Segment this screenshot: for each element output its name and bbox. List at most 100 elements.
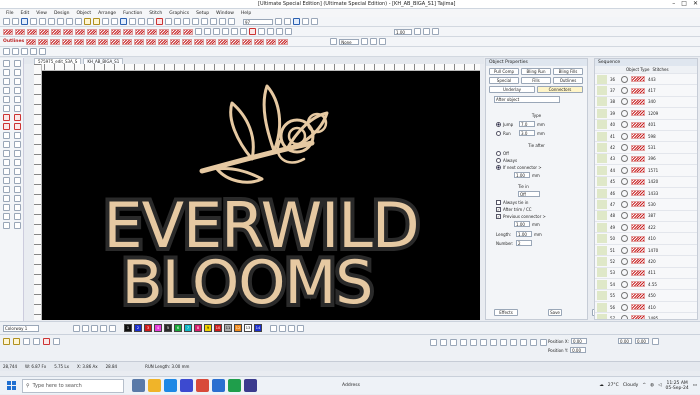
color-swatch[interactable]: 12 — [234, 324, 242, 332]
sequence-row[interactable]: 48 387 — [595, 211, 697, 223]
knife-icon[interactable] — [21, 48, 28, 55]
appliqué-cut-icon[interactable] — [14, 141, 21, 148]
break-icon[interactable] — [14, 195, 21, 202]
order-icon[interactable] — [228, 18, 235, 25]
word-icon[interactable] — [212, 379, 225, 392]
row-select[interactable] — [597, 177, 607, 187]
sequence-row[interactable]: 41 598 — [595, 131, 697, 143]
close-icon[interactable]: ✕ — [693, 0, 698, 7]
row-select[interactable] — [597, 120, 607, 130]
redo-icon[interactable] — [75, 18, 82, 25]
position-y-field[interactable]: 0.00 — [570, 347, 587, 353]
color-swatch[interactable]: 3 — [144, 324, 152, 332]
lock-icon[interactable] — [219, 18, 226, 25]
menu-function[interactable]: Function — [123, 11, 142, 16]
palette-option-b-icon[interactable] — [279, 324, 286, 332]
color-swatch[interactable]: 2 — [134, 324, 142, 332]
row-select[interactable] — [597, 302, 607, 312]
outline-blanket-icon[interactable] — [86, 38, 97, 45]
lettering-icon[interactable] — [156, 18, 163, 25]
outline-sawtooth-icon[interactable] — [242, 38, 253, 45]
zigzag-icon[interactable] — [63, 28, 73, 35]
height-field[interactable]: 0.00 — [635, 338, 649, 344]
zoom-tool-icon[interactable] — [14, 177, 21, 184]
proportional-lock-icon[interactable] — [652, 338, 659, 345]
sequence-row[interactable]: 42 531 — [595, 142, 697, 154]
jump-radio[interactable] — [496, 121, 501, 127]
shape-icon[interactable] — [3, 204, 10, 211]
pull-comp-icon[interactable] — [204, 28, 211, 35]
row-select[interactable] — [597, 279, 607, 289]
trace-icon[interactable] — [3, 159, 10, 166]
pen-tool-icon[interactable] — [3, 87, 10, 94]
sequence-row[interactable]: 46 1433 — [595, 188, 697, 200]
edge-icon[interactable] — [164, 379, 177, 392]
transform-e-icon[interactable] — [470, 339, 477, 346]
sequin-icon[interactable] — [99, 28, 109, 35]
text-tool-icon[interactable] — [3, 78, 10, 85]
sequence-row[interactable]: 57 1485 — [595, 313, 697, 319]
chrome-icon[interactable] — [228, 379, 241, 392]
task-view-icon[interactable] — [132, 379, 145, 392]
column-a-icon[interactable] — [3, 114, 10, 121]
transform-d-icon[interactable] — [460, 339, 467, 346]
zoom-out-icon[interactable] — [93, 18, 100, 25]
manual-tool-icon[interactable] — [14, 132, 21, 139]
color-blend-icon[interactable] — [82, 324, 89, 332]
outline-run-icon[interactable] — [38, 38, 49, 45]
mail-icon[interactable] — [196, 379, 209, 392]
array-icon[interactable] — [14, 213, 21, 220]
row-select[interactable] — [597, 188, 607, 198]
measure-tool-icon[interactable] — [14, 168, 21, 175]
offset-icon[interactable] — [3, 195, 10, 202]
node-icon[interactable] — [30, 48, 37, 55]
outline-candlewick-icon[interactable] — [122, 38, 133, 45]
sequence-icon[interactable] — [267, 28, 274, 35]
sequence-row[interactable]: 56 410 — [595, 302, 697, 314]
cut-icon[interactable] — [39, 18, 46, 25]
outline-zigzag-icon[interactable] — [110, 38, 121, 45]
transform-b-icon[interactable] — [440, 339, 447, 346]
menu-setup[interactable]: Setup — [196, 11, 209, 16]
color-swatch[interactable]: 8 — [194, 324, 202, 332]
color-swatch[interactable]: 1 — [124, 324, 132, 332]
polygon-tool-icon[interactable] — [3, 105, 10, 112]
transform-j-icon[interactable] — [520, 339, 527, 346]
color-swatch[interactable]: 5 — [164, 324, 172, 332]
shortcut-e-icon[interactable] — [43, 338, 50, 345]
branch-icon[interactable] — [276, 28, 283, 35]
transform-i-icon[interactable] — [510, 339, 517, 346]
density-icon[interactable] — [213, 28, 220, 35]
wave-icon[interactable] — [159, 28, 169, 35]
outline-cord-icon[interactable] — [158, 38, 169, 45]
transform-h-icon[interactable] — [500, 339, 507, 346]
start-button[interactable] — [0, 377, 22, 395]
menu-file[interactable]: File — [6, 11, 14, 16]
grid-icon[interactable] — [102, 18, 109, 25]
fill-type-icon[interactable] — [3, 28, 13, 35]
none-dropdown-icon[interactable] — [330, 38, 338, 45]
copy-icon[interactable] — [48, 18, 55, 25]
always-tie-checkbox[interactable] — [496, 200, 501, 205]
outline-rope-icon[interactable] — [230, 38, 241, 45]
sequence-row[interactable]: 37 417 — [595, 85, 697, 97]
sequence-row[interactable]: 49 422 — [595, 222, 697, 234]
save-icon[interactable] — [21, 18, 28, 25]
connector-mode-select[interactable]: After object — [494, 96, 560, 103]
outline-feather-icon[interactable] — [194, 38, 205, 45]
tab-bling-run[interactable]: Bling Run — [521, 68, 551, 75]
maximize-icon[interactable]: □ — [681, 0, 687, 7]
cross-stitch-icon[interactable] — [75, 28, 85, 35]
weld-icon[interactable] — [285, 28, 292, 35]
outline-bean-icon[interactable] — [134, 38, 145, 45]
contour-icon[interactable] — [171, 28, 181, 35]
bitmap-icon[interactable] — [311, 18, 318, 25]
save-button[interactable]: Save — [548, 309, 562, 316]
sequence-row[interactable]: 55 450 — [595, 290, 697, 302]
hide-colors-icon[interactable] — [91, 324, 98, 332]
color-swatch[interactable]: 14 — [254, 324, 262, 332]
menu-window[interactable]: Window — [216, 11, 234, 16]
outline-e-stitch-icon[interactable] — [98, 38, 109, 45]
sequence-row[interactable]: 44 1571 — [595, 165, 697, 177]
row-select[interactable] — [597, 131, 607, 141]
